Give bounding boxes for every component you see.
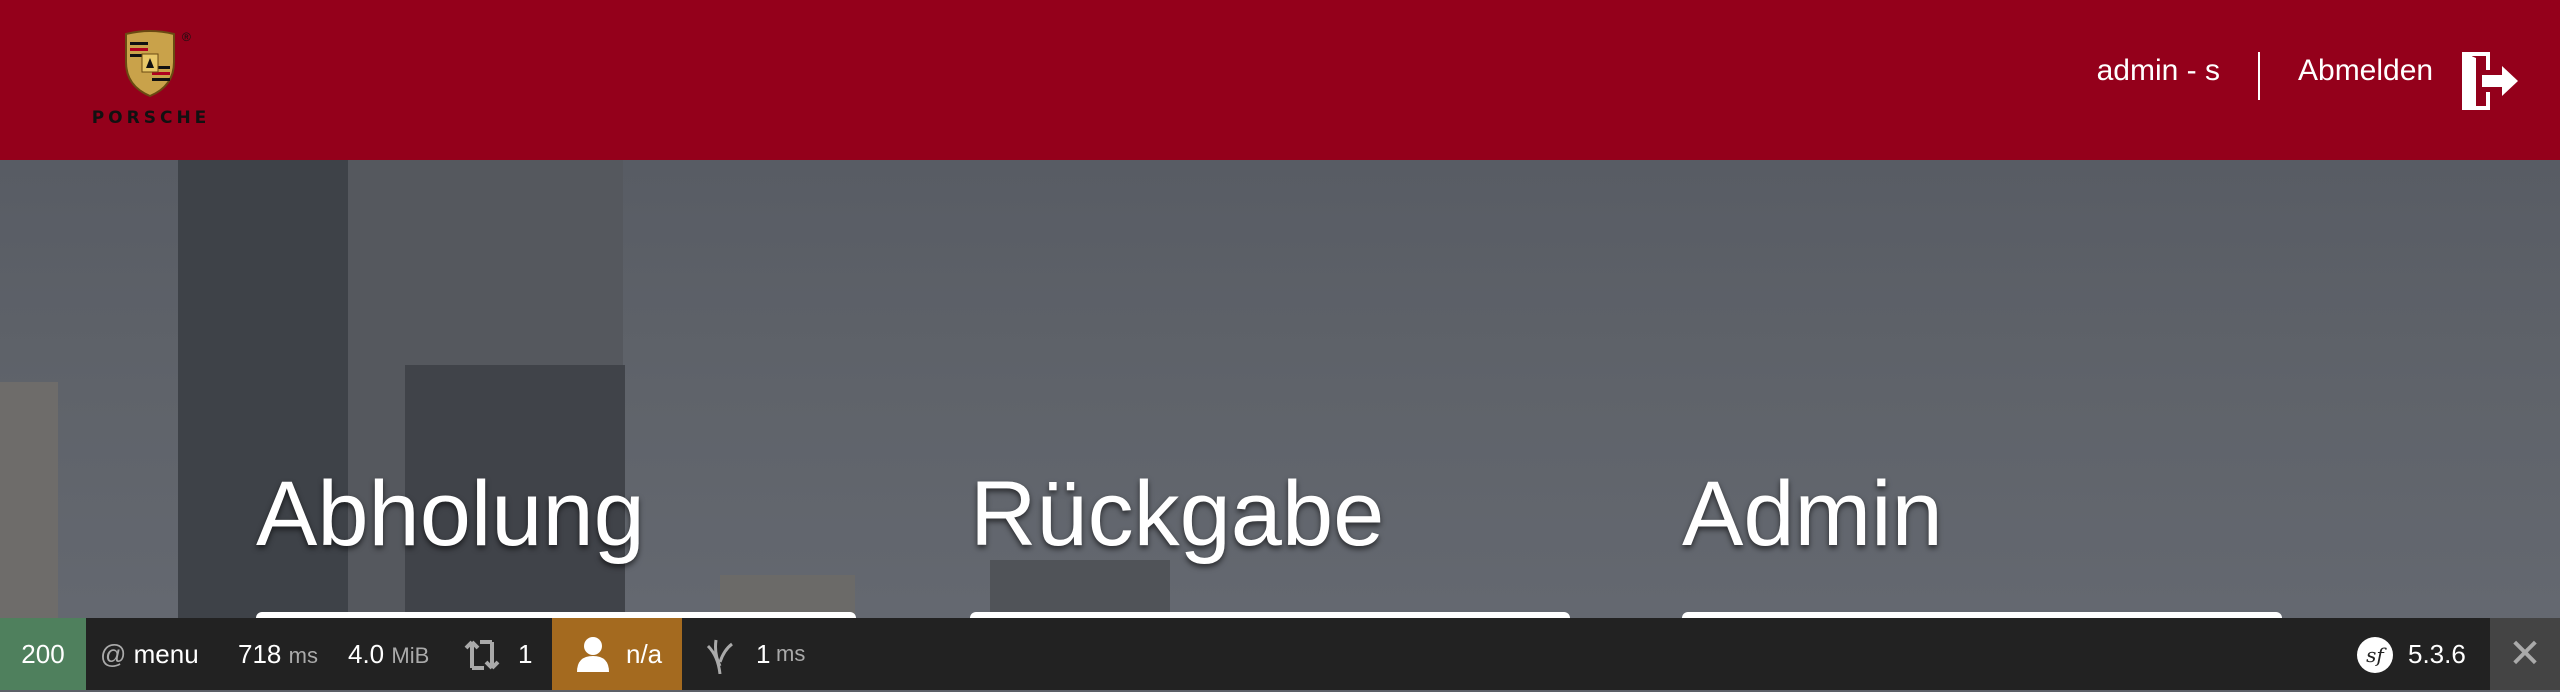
user-value: n/a xyxy=(626,639,663,669)
symfony-logo-icon: sf xyxy=(2357,637,2393,673)
memory-value: 4.0 xyxy=(348,639,385,669)
building-silhouette xyxy=(0,382,58,618)
time-unit: ms xyxy=(288,643,318,668)
db-time-value: 1 xyxy=(756,639,771,669)
top-header: ® PORSCHE admin - s Abmelden xyxy=(0,0,2560,160)
requests-panel[interactable]: 1 xyxy=(462,618,542,690)
symfony-version-panel[interactable]: sf 5.3.6 xyxy=(2352,618,2482,690)
porsche-crest-icon xyxy=(125,30,175,98)
db-time-panel[interactable]: 1 ms xyxy=(700,618,820,690)
request-time[interactable]: 718 ms xyxy=(238,618,318,690)
requests-count: 1 xyxy=(518,639,533,669)
memory-usage[interactable]: 4.0 MiB xyxy=(348,618,429,690)
db-time-unit: ms xyxy=(776,641,806,666)
time-value: 718 xyxy=(238,639,282,669)
route-name: menu xyxy=(133,639,199,669)
porsche-logo[interactable]: ® PORSCHE xyxy=(58,28,244,128)
status-code-badge[interactable]: 200 xyxy=(0,618,86,690)
section-title-rueckgabe: Rückgabe xyxy=(970,463,1385,565)
route-prefix: @ xyxy=(100,639,127,669)
section-title-admin: Admin xyxy=(1682,463,1943,565)
current-user: admin - s xyxy=(2096,54,2220,87)
user-icon xyxy=(577,637,609,672)
memory-unit: MiB xyxy=(391,643,430,668)
brand-wordmark: PORSCHE xyxy=(91,108,211,128)
symfony-version: 5.3.6 xyxy=(2408,639,2466,669)
building-silhouette xyxy=(990,560,1170,618)
section-title-abholung: Abholung xyxy=(256,463,645,565)
ajax-requests-icon xyxy=(464,640,500,670)
header-divider xyxy=(2258,52,2260,100)
hero-background: Abholung Rückgabe Admin xyxy=(0,160,2560,618)
close-toolbar-button[interactable]: ✕ xyxy=(2490,618,2560,690)
security-user-panel[interactable]: n/a xyxy=(552,618,682,690)
registered-mark: ® xyxy=(182,30,191,44)
logout-link[interactable]: Abmelden xyxy=(2298,54,2433,88)
route-info[interactable]: @ menu xyxy=(100,618,199,690)
debug-toolbar: 200 @ menu 718 ms 4.0 MiB 1 n/a 1 ms sf … xyxy=(0,618,2560,690)
logout-icon[interactable] xyxy=(2456,48,2522,114)
twig-icon xyxy=(706,639,733,674)
